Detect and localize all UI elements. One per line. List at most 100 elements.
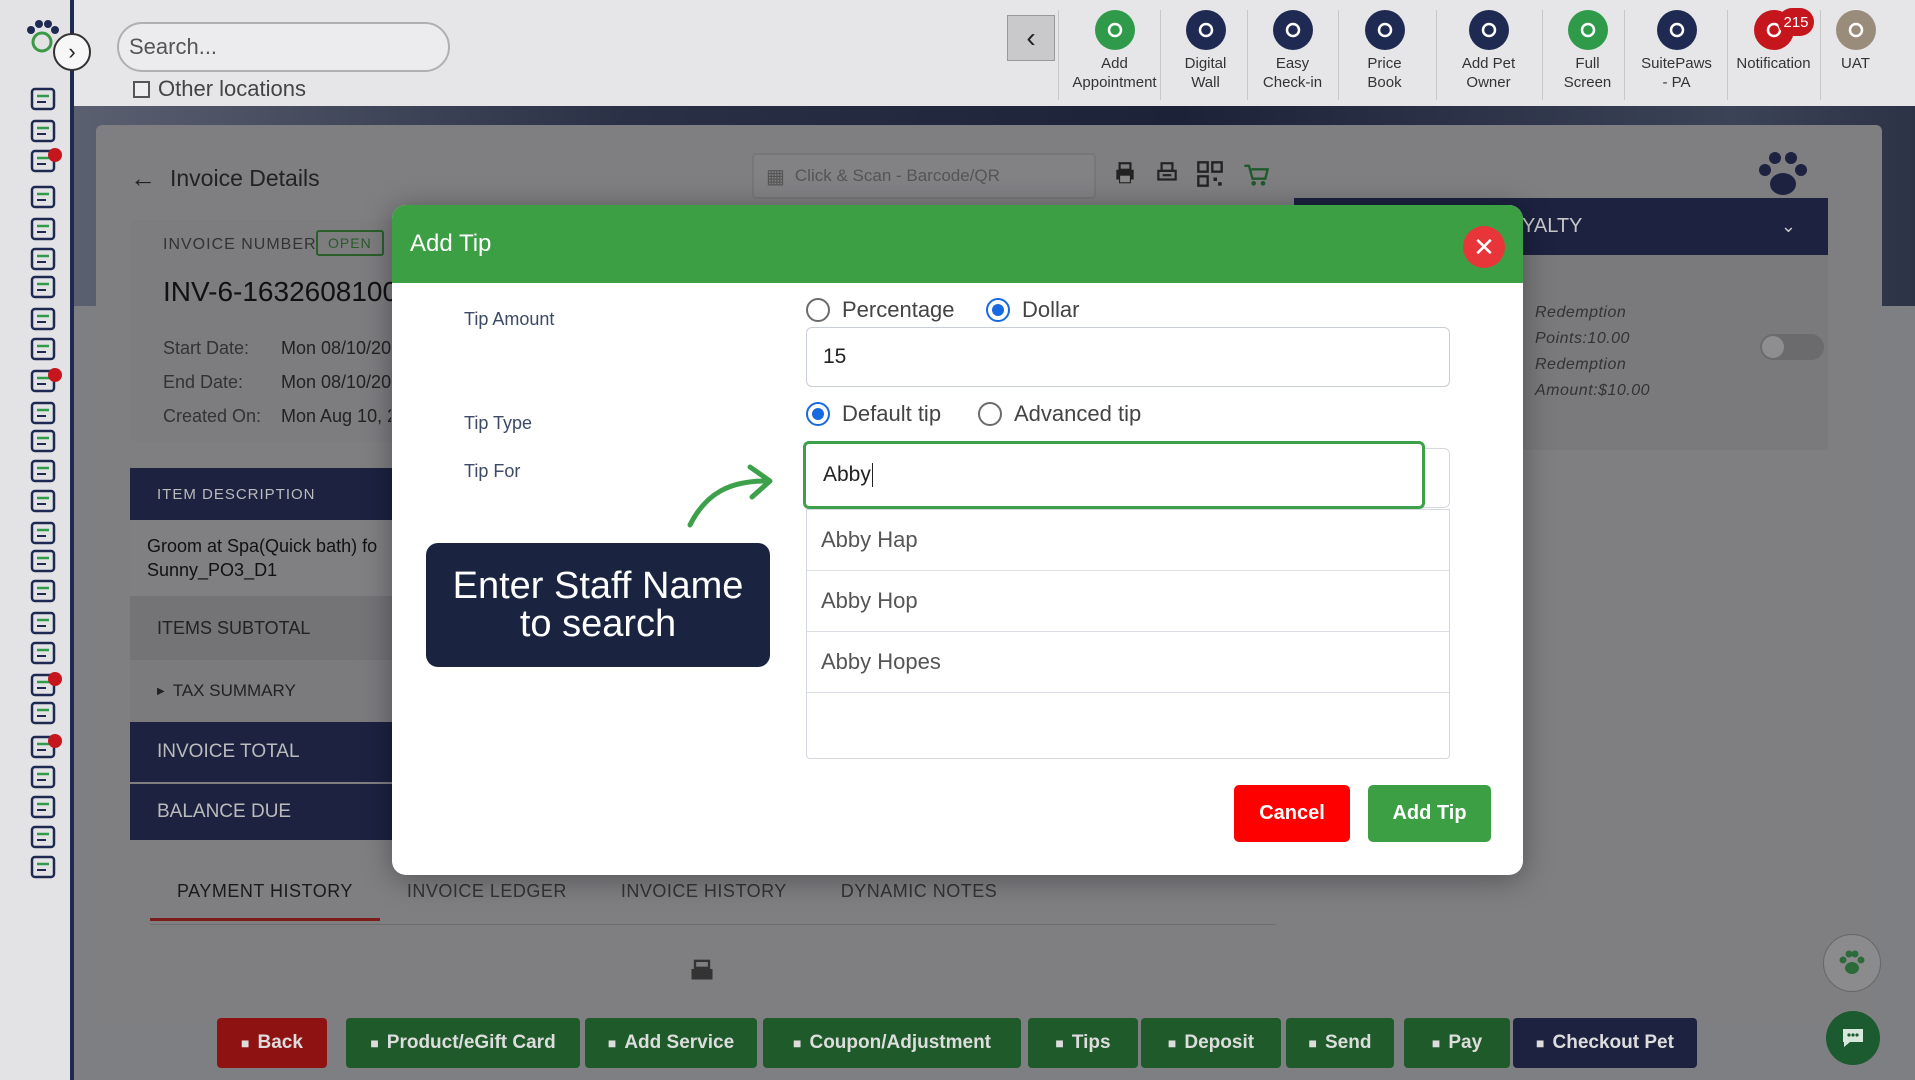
- topbar-button-label: SuitePaws: [1641, 55, 1712, 72]
- topbar-add-appointment-button[interactable]: Add Appointment: [1058, 10, 1170, 100]
- tag-icon: ■: [793, 1035, 802, 1051]
- checkout-pet-button[interactable]: ■ Checkout Pet: [1513, 1018, 1697, 1068]
- chevron-down-icon[interactable]: ⌄: [1781, 216, 1796, 237]
- arrow-left-icon[interactable]: ←: [130, 163, 156, 194]
- report-icon[interactable]: [26, 518, 60, 548]
- staff-suggestion-item[interactable]: Abby Hap: [807, 510, 1449, 571]
- modal-title: Add Tip: [410, 230, 492, 257]
- user-plus-icon: [1468, 10, 1509, 50]
- today-icon[interactable]: [26, 84, 60, 114]
- coupon-adjustment-button[interactable]: ■ Coupon/Adjustment: [763, 1018, 1021, 1068]
- radio-icon[interactable]: [978, 402, 1002, 426]
- topbar-back-chevron-icon[interactable]: ‹: [1007, 15, 1055, 61]
- loyalty-redemption-toggle[interactable]: [1760, 334, 1824, 360]
- paw-help-button[interactable]: [1823, 934, 1881, 992]
- paw-icon[interactable]: [26, 214, 60, 244]
- button-label: Deposit: [1184, 1032, 1255, 1053]
- topbar-price-book-button[interactable]: Price Book: [1338, 10, 1430, 100]
- topbar-suitepaws-pa-button[interactable]: SuitePaws - PA: [1624, 10, 1728, 100]
- staff-search-input[interactable]: Abby: [803, 441, 1425, 509]
- radio-selected-icon[interactable]: [806, 402, 830, 426]
- image-icon[interactable]: [26, 732, 62, 762]
- walking-icon[interactable]: [26, 182, 60, 212]
- back-button[interactable]: ■ Back: [217, 1018, 327, 1068]
- chat-icon[interactable]: [26, 698, 60, 728]
- staff-suggestion-item[interactable]: Abby Hopes: [807, 632, 1449, 693]
- radio-selected-icon[interactable]: [986, 298, 1010, 322]
- layout-icon[interactable]: [26, 456, 60, 486]
- end-date-row: End Date: Mon 08/10/20: [163, 372, 391, 392]
- global-search-input[interactable]: Search...: [117, 22, 450, 72]
- qr-code-icon[interactable]: [1196, 160, 1226, 190]
- created-on-row: Created On: Mon Aug 10, 2: [163, 406, 391, 426]
- send-button[interactable]: ■ Send: [1286, 1018, 1394, 1068]
- staff-suggestion-item[interactable]: Abby Hop: [807, 571, 1449, 632]
- pay-button[interactable]: ■ Pay: [1404, 1018, 1510, 1068]
- user-icon[interactable]: [26, 670, 62, 700]
- caret-right-icon: ▶: [157, 685, 165, 697]
- list-icon[interactable]: [26, 272, 60, 302]
- add-tip-button[interactable]: Add Tip: [1368, 785, 1491, 842]
- default-tip-radio[interactable]: Default tip: [806, 401, 941, 427]
- sidebar-expand-chevron-icon[interactable]: ›: [53, 33, 91, 71]
- heart-paw-icon[interactable]: [26, 638, 60, 668]
- tip-amount-input[interactable]: 15: [806, 327, 1450, 387]
- advanced-tip-radio[interactable]: Advanced tip: [978, 401, 1141, 427]
- topbar-digital-wall-button[interactable]: Digital Wall: [1160, 10, 1250, 100]
- arrow-left-icon: ■: [241, 1035, 250, 1051]
- calendar-alert-icon[interactable]: [26, 366, 62, 396]
- item-row[interactable]: Groom at Spa(Quick bath) fo Sunny_PO3_D1: [130, 520, 392, 596]
- gift-icon: ■: [370, 1035, 379, 1051]
- calendar-user-icon[interactable]: [26, 426, 60, 456]
- deposit-button[interactable]: ■ Deposit: [1141, 1018, 1281, 1068]
- other-locations-checkbox[interactable]: Other locations: [133, 76, 306, 102]
- topbar-add-pet-owner-button[interactable]: Add Pet Owner: [1436, 10, 1540, 100]
- button-label: Tips: [1071, 1032, 1111, 1053]
- topbar-easy-check-in-button[interactable]: Easy Check-in: [1247, 10, 1337, 100]
- close-icon[interactable]: ✕: [1463, 226, 1505, 268]
- checkbox-icon[interactable]: [133, 80, 150, 98]
- cart-icon[interactable]: [26, 546, 60, 576]
- avatar: [1835, 10, 1876, 50]
- gift-paw-icon[interactable]: [26, 576, 60, 606]
- product-egift-card-button[interactable]: ■ Product/eGift Card: [346, 1018, 580, 1068]
- dollar-radio[interactable]: Dollar: [986, 297, 1079, 323]
- print-icon[interactable]: [1112, 160, 1142, 190]
- piggy-bank-icon: ■: [1167, 1035, 1177, 1051]
- add-service-button[interactable]: ■ Add Service: [585, 1018, 757, 1068]
- tip-type-label: Tip Type: [464, 413, 533, 433]
- chart-icon[interactable]: [26, 822, 60, 852]
- percentage-radio[interactable]: Percentage: [806, 297, 955, 323]
- support-icon[interactable]: [26, 852, 60, 882]
- paw-group-icon[interactable]: [26, 608, 60, 638]
- calendar-icon[interactable]: [26, 146, 62, 176]
- modal-header: Add Tip: [392, 205, 1523, 283]
- rocket-icon[interactable]: [26, 792, 60, 822]
- dashboard-icon[interactable]: [26, 116, 60, 146]
- invoice-items-table: ITEM DESCRIPTION Groom at Spa(Quick bath…: [130, 468, 392, 840]
- curved-arrow-icon: [687, 464, 773, 528]
- thumbs-up-icon[interactable]: [26, 762, 60, 792]
- chat-support-icon[interactable]: [1826, 1011, 1880, 1065]
- pet-care-icon[interactable]: [26, 304, 60, 334]
- radio-icon[interactable]: [806, 298, 830, 322]
- calendar-grid-icon[interactable]: [26, 398, 60, 428]
- bottom-action-bar: ■ Back ■ Product/eGift Card ■ Add Service ■ Cou…: [0, 1018, 1915, 1074]
- button-label: Coupon/Adjustment: [809, 1032, 991, 1053]
- paw-logo-icon: [1756, 150, 1810, 200]
- store-icon[interactable]: [26, 244, 60, 274]
- receipt-print-icon[interactable]: [1154, 160, 1184, 190]
- tab-payment-history[interactable]: PAYMENT HISTORY: [150, 865, 380, 921]
- pet-cart-icon[interactable]: [1242, 160, 1272, 190]
- barcode-scan-input[interactable]: ▦ Click & Scan - Barcode/QR: [752, 153, 1096, 199]
- topbar-uat-button[interactable]: UAT: [1820, 10, 1890, 100]
- book-icon: [1364, 10, 1405, 50]
- tax-summary-row[interactable]: ▶ TAX SUMMARY: [130, 660, 392, 722]
- today-tag-icon[interactable]: [26, 334, 60, 364]
- checklist-icon[interactable]: [26, 486, 60, 516]
- cancel-button[interactable]: Cancel: [1234, 785, 1350, 842]
- tips-button[interactable]: ■ Tips: [1028, 1018, 1138, 1068]
- tip-amount-label: Tip Amount: [464, 309, 555, 329]
- loyalty-redemption-text: Redemption Points:10.00 Redemption Amoun…: [1535, 304, 1651, 399]
- topbar-full-screen-button[interactable]: Full Screen: [1542, 10, 1632, 100]
